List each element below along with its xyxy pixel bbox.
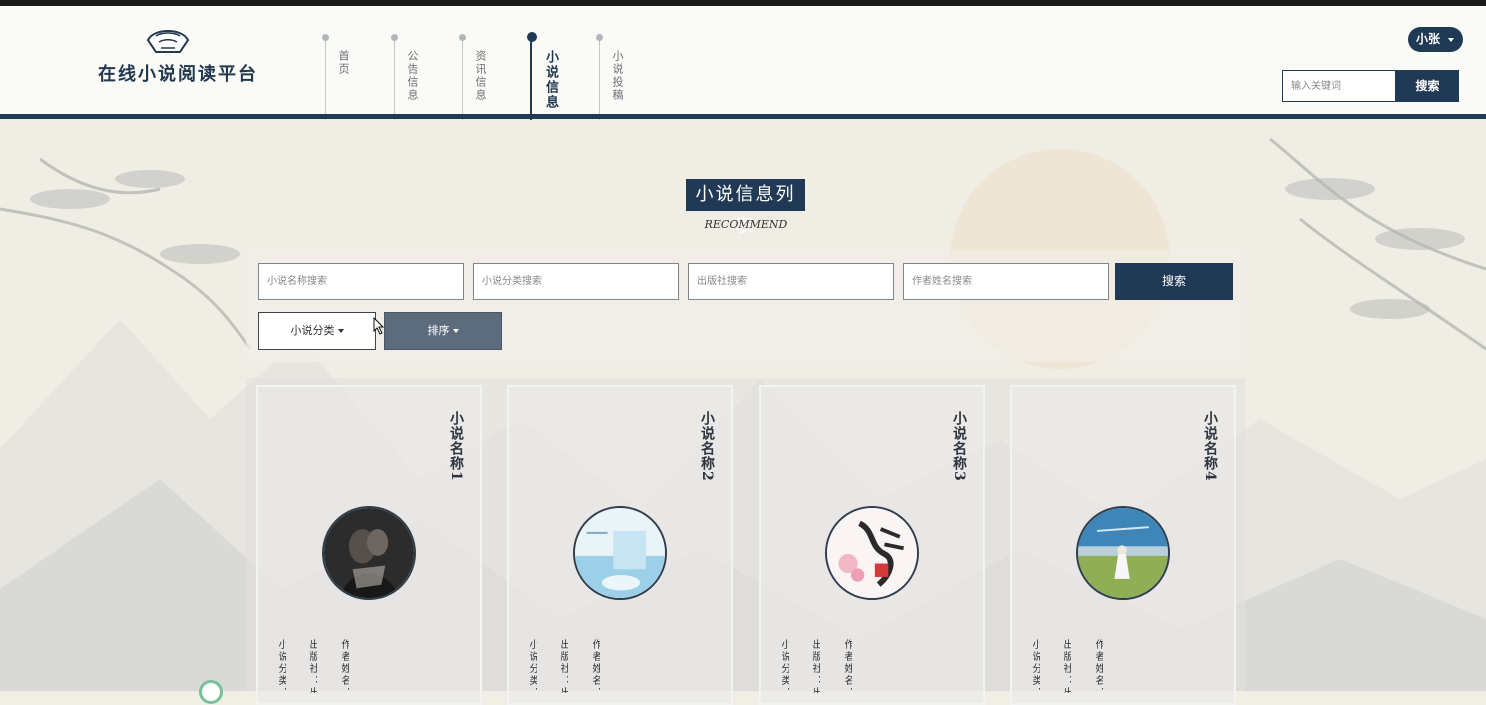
novel-author: 作者姓名：	[1093, 639, 1103, 693]
nav-dot	[391, 34, 398, 41]
novel-name: 小说名称3	[951, 411, 967, 482]
nav-label: 小说投稿	[611, 50, 624, 102]
author-search-input[interactable]	[903, 263, 1109, 300]
novel-category: 小说分类：	[779, 639, 789, 693]
section-title: 小说信息列表	[686, 179, 805, 237]
novel-card[interactable]: 小说名称3 小说分类： 出版社：出 作者姓名：	[759, 385, 985, 705]
novel-name-search-input[interactable]	[258, 263, 464, 300]
novel-category: 小说分类：	[276, 639, 286, 693]
nav-item-announcements[interactable]: 公告信息	[391, 34, 419, 120]
novel-card[interactable]: 小说名称1 小说分类： 出版社：出 作者姓名：	[256, 385, 482, 705]
user-menu-button[interactable]: 小张	[1408, 27, 1463, 52]
nav-label: 公告信息	[406, 50, 419, 102]
sort-dropdown[interactable]: 排序	[384, 312, 502, 350]
novel-category-search-input[interactable]	[473, 263, 679, 300]
nav-dot	[459, 34, 466, 41]
novel-publisher: 出版社：出	[810, 639, 820, 693]
novel-category: 小说分类：	[1030, 639, 1040, 693]
nav-dot	[527, 32, 537, 42]
section-subtitle: RECOMMEND	[704, 218, 788, 231]
site-header: 在线小说阅读平台 首页 公告信息 资讯信息 小说信息 小说投稿 小张 搜索	[0, 6, 1486, 120]
novel-cover-image[interactable]	[825, 506, 919, 600]
sort-dropdown-label: 排序	[427, 324, 450, 337]
novel-name: 小说名称4	[1202, 411, 1218, 482]
novel-card[interactable]: 小说名称4 小说分类： 出版社：出 作者姓名：	[1010, 385, 1236, 705]
category-dropdown[interactable]: 小说分类	[258, 312, 376, 350]
caret-down-icon	[452, 329, 459, 333]
site-brand-title[interactable]: 在线小说阅读平台	[98, 60, 258, 86]
novel-publisher: 出版社：出	[558, 639, 568, 693]
floating-action-button[interactable]	[199, 680, 223, 704]
nav-label: 首页	[337, 50, 350, 76]
search-button[interactable]: 搜索	[1115, 263, 1233, 300]
nav-dot	[596, 34, 603, 41]
header-search-button[interactable]: 搜索	[1396, 70, 1459, 102]
novel-category: 小说分类：	[527, 639, 537, 693]
user-name: 小张	[1416, 32, 1441, 46]
novel-author: 作者姓名：	[842, 639, 852, 693]
header-divider	[0, 114, 1486, 119]
nav-item-novels[interactable]: 小说信息	[527, 32, 558, 120]
novel-name: 小说名称2	[699, 411, 715, 482]
novel-cover-image[interactable]	[322, 506, 416, 600]
caret-down-icon	[337, 329, 344, 333]
publisher-search-input[interactable]	[688, 263, 894, 300]
nav-label: 小说信息	[543, 50, 558, 110]
mouse-cursor-icon	[373, 317, 385, 335]
nav-item-news[interactable]: 资讯信息	[459, 34, 487, 120]
novel-card[interactable]: 小说名称2 小说分类： 出版社：出 作者姓名：	[507, 385, 733, 705]
nav-label: 资讯信息	[474, 50, 487, 102]
novel-author: 作者姓名：	[590, 639, 600, 693]
nav-item-submission[interactable]: 小说投稿	[596, 34, 624, 120]
fan-logo-icon	[146, 30, 190, 53]
novel-cover-image[interactable]	[1076, 506, 1170, 600]
novel-cover-image[interactable]	[573, 506, 667, 600]
novel-name: 小说名称1	[448, 411, 464, 482]
novel-author: 作者姓名：	[339, 639, 349, 693]
chevron-down-icon	[1448, 38, 1454, 42]
nav-dot	[322, 34, 329, 41]
header-search-input[interactable]	[1282, 70, 1396, 102]
novel-publisher: 出版社：出	[307, 639, 317, 693]
nav-item-home[interactable]: 首页	[322, 34, 350, 120]
novel-publisher: 出版社：出	[1061, 639, 1071, 693]
category-dropdown-label: 小说分类	[290, 324, 335, 337]
